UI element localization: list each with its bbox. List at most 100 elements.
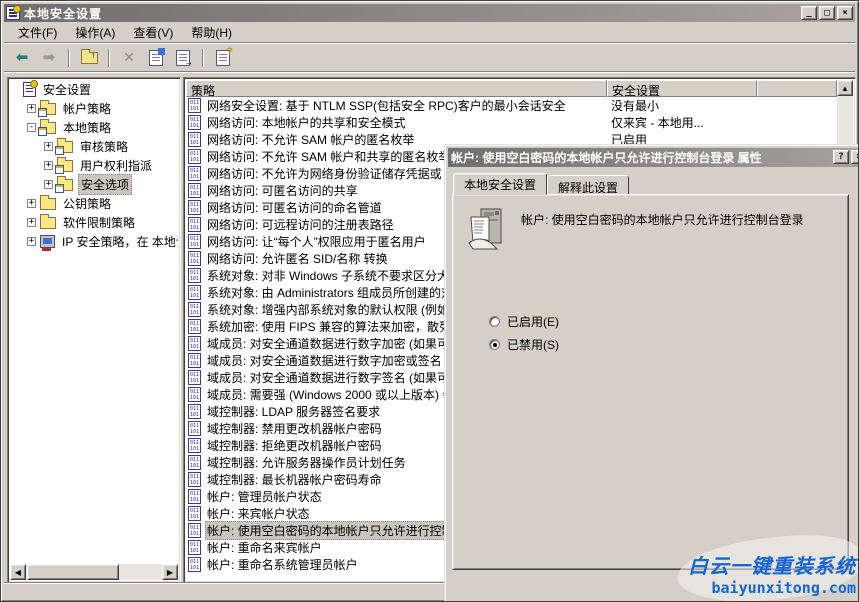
svg-text:101: 101 — [190, 531, 199, 537]
policy-row[interactable]: 011 101 网络安全设置: 基于 NTLM SSP(包括安全 RPC)客户的… — [186, 97, 837, 114]
scroll-right-button[interactable]: ▶ — [162, 564, 178, 580]
tree-expander-icon[interactable]: - — [27, 123, 36, 132]
tree-horizontal-scrollbar[interactable]: ◀ ▶ — [10, 564, 178, 580]
menu-view[interactable]: 查看(V) — [124, 22, 182, 43]
radio-option-disabled[interactable]: 已禁用(S) — [489, 336, 559, 353]
svg-text:101: 101 — [190, 208, 199, 214]
dialog-close-button[interactable]: × — [851, 150, 859, 164]
watermark-text: 白云一键重装系统 — [681, 550, 856, 579]
policy-name: 帐户: 重命名系统管理员帐户 — [205, 555, 360, 574]
tree-expander-icon[interactable]: + — [44, 161, 53, 170]
close-button[interactable]: × — [837, 6, 853, 20]
tree-item[interactable]: + 公钥策略 — [10, 194, 178, 213]
forward-arrow-icon: ➡ — [43, 50, 56, 65]
policy-binary-icon: 011 101 — [188, 472, 201, 487]
tab-explain-setting[interactable]: 解释此设置 — [547, 175, 629, 195]
svg-text:101: 101 — [190, 565, 199, 571]
minimize-button[interactable]: _ — [801, 6, 817, 20]
back-button[interactable]: ⬅ — [10, 47, 34, 69]
tree-item-label[interactable]: 帐户策略 — [61, 99, 113, 118]
tree-item-icon — [40, 198, 56, 210]
svg-text:101: 101 — [190, 446, 199, 452]
tree-expander-icon[interactable]: + — [27, 104, 36, 113]
tree-item-icon — [40, 235, 55, 248]
scroll-left-button[interactable]: ◀ — [10, 564, 26, 580]
forward-button[interactable]: ➡ — [37, 47, 61, 69]
svg-text:101: 101 — [190, 276, 199, 282]
policy-binary-icon: 011 101 — [188, 268, 201, 283]
help-button[interactable]: ? — [211, 47, 235, 69]
tree-item-label[interactable]: 安全选项 — [78, 174, 132, 195]
up-level-button[interactable]: ↑ — [77, 47, 101, 69]
properties-button[interactable] — [144, 47, 168, 69]
policy-row[interactable]: 011 101 网络访问: 本地帐户的共享和安全模式 仅来宾 - 本地用... — [186, 114, 837, 131]
tree-item[interactable]: + 用户权利指派 — [10, 156, 178, 175]
dialog-titlebar[interactable]: 帐户: 使用空白密码的本地帐户只允许进行控制台登录 属性 — [448, 148, 859, 167]
svg-text:101: 101 — [190, 225, 199, 231]
menu-action[interactable]: 操作(A) — [66, 22, 124, 43]
tree-item-label[interactable]: 软件限制策略 — [61, 213, 137, 232]
policy-binary-icon: 011 101 — [188, 183, 201, 198]
policy-binary-icon: 011 101 — [188, 98, 201, 113]
policy-binary-icon: 011 101 — [188, 489, 201, 504]
tree-item[interactable]: - 本地策略 — [10, 118, 178, 137]
tree-item[interactable]: + 帐户策略 — [10, 99, 178, 118]
tree-item-icon — [23, 82, 36, 97]
column-header-setting[interactable]: 安全设置 — [607, 80, 757, 97]
policy-binary-icon: 011 101 — [188, 438, 201, 453]
policy-binary-icon: 011 101 — [188, 149, 201, 164]
svg-text:101: 101 — [190, 429, 199, 435]
tree-expander-icon[interactable]: + — [44, 142, 53, 151]
tree-item-label[interactable]: 安全设置 — [41, 80, 93, 99]
tree-expander-icon[interactable]: + — [27, 218, 36, 227]
dialog-tabs: 本地安全设置 解释此设置 — [453, 175, 629, 195]
tree-item-icon — [40, 217, 56, 229]
tree-item-label[interactable]: 审核策略 — [78, 137, 130, 156]
tree-expander-icon[interactable]: + — [44, 180, 53, 189]
tree-item[interactable]: 安全设置 — [10, 80, 178, 99]
radio-disabled-icon[interactable] — [489, 339, 500, 350]
policy-binary-icon: 011 101 — [188, 115, 201, 130]
local-security-settings-window: 本地安全设置 _ □ × 文件(F) 操作(A) 查看(V) 帮助(H) ⬅ ➡… — [0, 0, 859, 602]
toolbar-separator — [202, 49, 204, 67]
maximize-button[interactable]: □ — [819, 6, 835, 20]
tree-item[interactable]: + 审核策略 — [10, 137, 178, 156]
column-header-policy[interactable]: 策略 — [186, 80, 607, 97]
export-list-button[interactable]: → — [171, 47, 195, 69]
policy-binary-icon: 011 101 — [188, 387, 201, 402]
svg-text:101: 101 — [190, 361, 199, 367]
policy-binary-icon: 011 101 — [188, 166, 201, 181]
tree-item-label[interactable]: IP 安全策略，在 本地计算机 — [60, 232, 178, 251]
radio-option-enabled[interactable]: 已启用(E) — [489, 313, 559, 330]
policy-binary-icon: 011 101 — [188, 370, 201, 385]
policy-binary-icon: 011 101 — [188, 234, 201, 249]
policy-binary-icon: 011 101 — [188, 557, 201, 572]
tab-local-security-setting[interactable]: 本地安全设置 — [453, 173, 547, 195]
svg-text:101: 101 — [190, 378, 199, 384]
scroll-up-button[interactable]: ▲ — [837, 80, 853, 96]
tree-item-label[interactable]: 本地策略 — [61, 118, 113, 137]
radio-enabled-icon[interactable] — [489, 316, 500, 327]
tree-expander-icon[interactable]: + — [27, 199, 36, 208]
dialog-help-button[interactable]: ? — [833, 150, 849, 164]
delete-button[interactable]: ✕ — [117, 47, 141, 69]
tree-expander-icon[interactable]: + — [27, 237, 36, 246]
svg-text:101: 101 — [190, 140, 199, 146]
tree-item[interactable]: + IP 安全策略，在 本地计算机 — [10, 232, 178, 251]
tree-item[interactable]: + 软件限制策略 — [10, 213, 178, 232]
export-list-icon: → — [176, 50, 190, 66]
menu-help[interactable]: 帮助(H) — [182, 22, 241, 43]
policy-binary-icon: 011 101 — [188, 302, 201, 317]
window-titlebar[interactable]: 本地安全设置 _ □ × — [4, 4, 855, 22]
svg-text:101: 101 — [190, 327, 199, 333]
policy-binary-icon: 011 101 — [188, 336, 201, 351]
svg-text:101: 101 — [190, 174, 199, 180]
tree-item-label[interactable]: 用户权利指派 — [78, 156, 154, 175]
menu-file[interactable]: 文件(F) — [9, 22, 66, 43]
scroll-thumb[interactable] — [27, 564, 119, 580]
help-icon: ? — [216, 50, 230, 66]
tree-item-label[interactable]: 公钥策略 — [61, 194, 113, 213]
svg-text:101: 101 — [190, 106, 199, 112]
policy-binary-icon: 011 101 — [188, 421, 201, 436]
tree-item[interactable]: + 安全选项 — [10, 175, 178, 194]
